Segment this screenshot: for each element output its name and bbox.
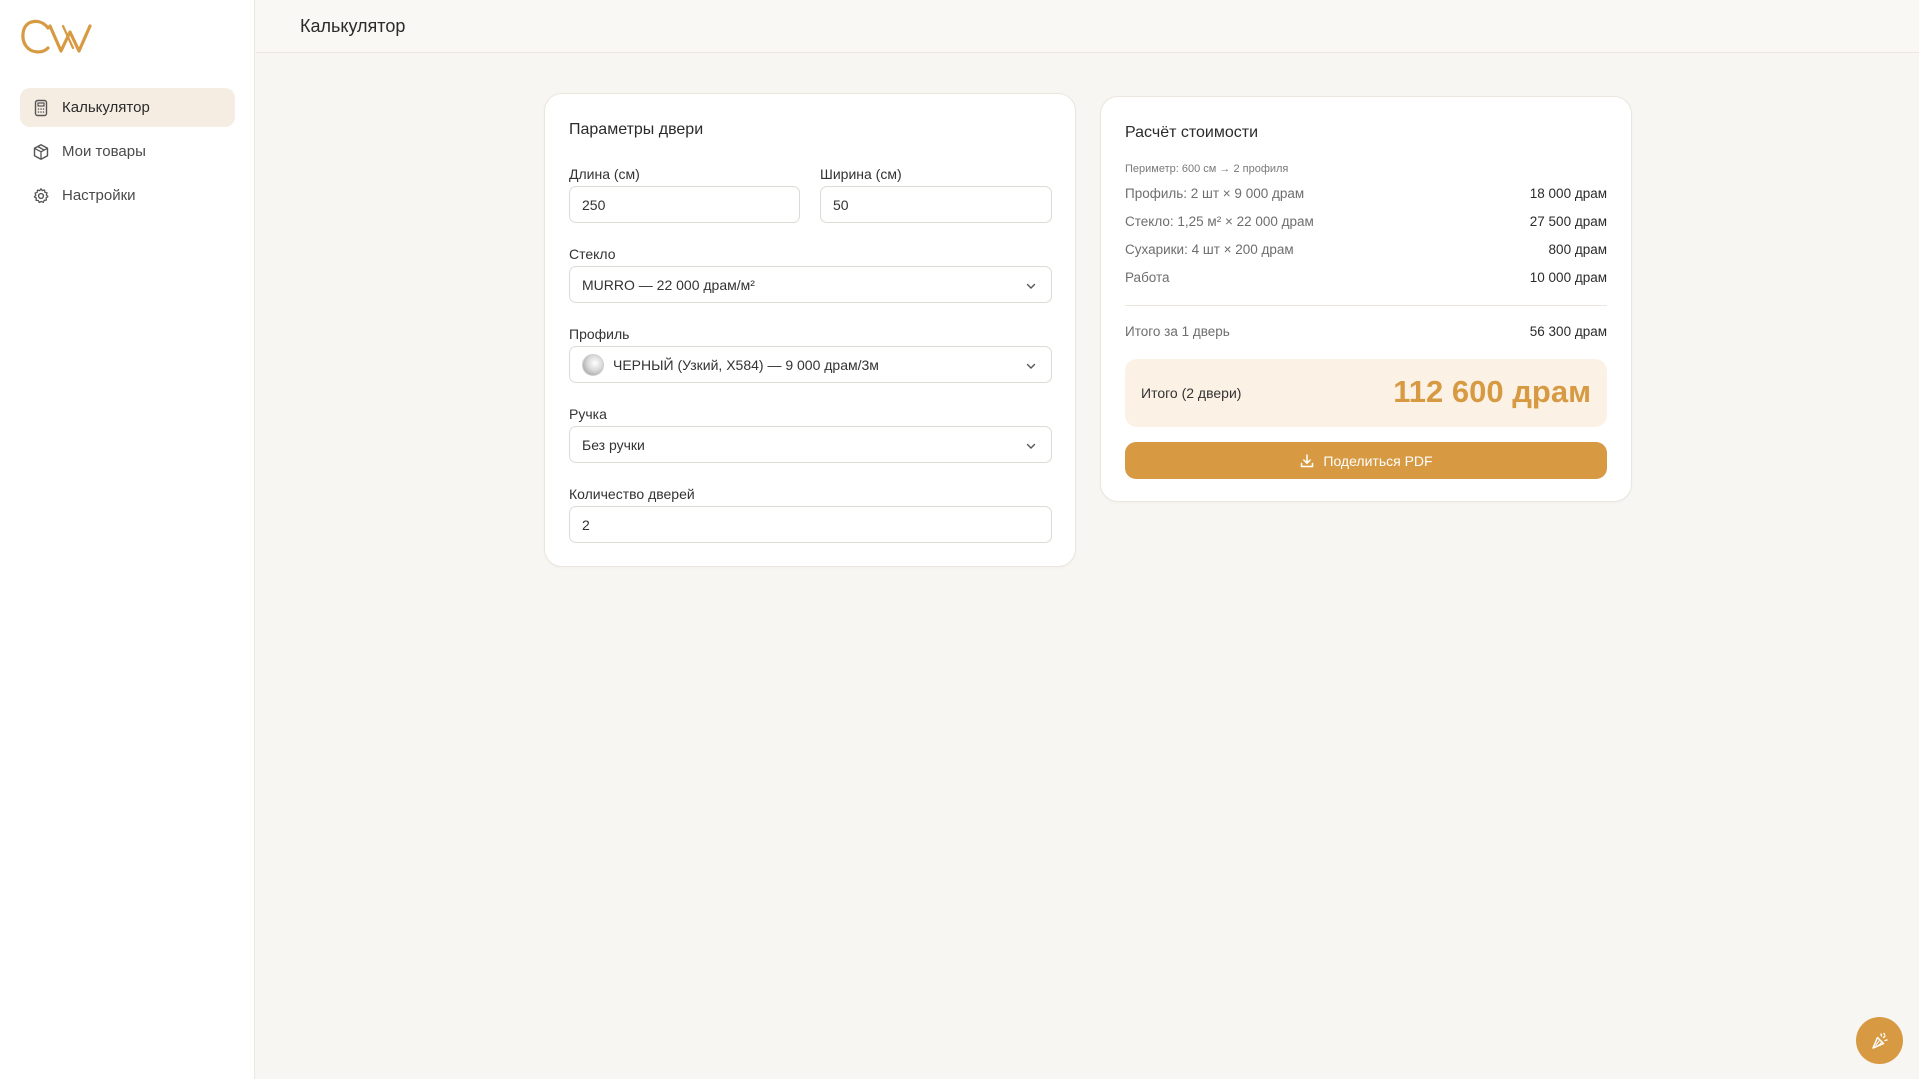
profile-color-swatch [582,353,604,376]
gear-icon [32,187,50,205]
floating-action-button[interactable] [1856,1017,1903,1064]
handle-label: Ручка [569,406,607,422]
grand-total-label: Итого (2 двери) [1141,385,1242,401]
length-value: 250 [582,196,606,213]
door-parameters-title: Параметры двери [569,121,704,138]
per-door-total-label: Итого за 1 дверь [1125,324,1230,339]
door-quantity-input[interactable]: 2 [569,506,1052,543]
top-bar: Калькулятор [256,0,1919,53]
cost-calculation-card: Расчёт стоимости Периметр: 600 см → 2 пр… [1100,96,1632,502]
per-door-total-value: 56 300 драм [1529,324,1607,339]
divider [1125,305,1607,306]
sidebar-item-my-products[interactable]: Мои товары [20,132,235,171]
sidebar-nav: Калькулятор Мои товары Настройки [20,88,235,220]
download-icon [1299,453,1315,469]
cost-line-label: Стекло: 1,25 м² × 22 000 драм [1125,214,1314,229]
glass-selected-value: MURRO — 22 000 драм/м² [582,276,755,293]
chevron-down-icon [1025,359,1037,371]
door-quantity-value: 2 [582,516,590,533]
share-pdf-button[interactable]: Поделиться PDF [1125,442,1607,479]
party-popper-icon [1870,1031,1890,1051]
share-pdf-label: Поделиться PDF [1323,452,1433,469]
width-value: 50 [833,196,849,213]
per-door-total-row: Итого за 1 дверь 56 300 драм [1125,324,1607,339]
profile-selected-value: ЧЕРНЫЙ (Узкий, X584) — 9 000 драм/3м [613,356,879,373]
cost-line-value: 800 драм [1548,242,1607,257]
glass-label: Стекло [569,246,616,262]
calculator-icon [32,99,50,117]
glass-select[interactable]: MURRO — 22 000 драм/м² [569,266,1052,303]
handle-selected-value: Без ручки [582,436,645,453]
length-input[interactable]: 250 [569,186,800,223]
sidebar: Калькулятор Мои товары Настройки [0,0,255,1079]
cost-line-label: Профиль: 2 шт × 9 000 драм [1125,186,1305,201]
chevron-down-icon [1025,279,1037,291]
cost-calculation-title: Расчёт стоимости [1125,124,1259,141]
cost-line-label: Работа [1125,270,1170,285]
profile-select[interactable]: ЧЕРНЫЙ (Узкий, X584) — 9 000 драм/3м [569,346,1052,383]
cost-line: Стекло: 1,25 м² × 22 000 драм 27 500 дра… [1125,214,1607,229]
cost-line-label: Сухарики: 4 шт × 200 драм [1125,242,1294,257]
app-logo[interactable] [18,18,92,56]
door-parameters-card: Параметры двери Длина (см) 250 Ширина (с… [544,93,1076,567]
cost-line: Профиль: 2 шт × 9 000 драм 18 000 драм [1125,186,1607,201]
sidebar-item-label: Мои товары [62,143,146,160]
grand-total-value: 112 600 драм [1393,374,1591,409]
cost-line-value: 10 000 драм [1529,270,1607,285]
handle-select[interactable]: Без ручки [569,426,1052,463]
width-input[interactable]: 50 [820,186,1052,223]
grand-total-box: Итого (2 двери) 112 600 драм [1125,359,1607,427]
page-title: Калькулятор [300,16,406,36]
sidebar-item-calculator[interactable]: Калькулятор [20,88,235,127]
sidebar-item-label: Калькулятор [62,99,150,116]
profile-label: Профиль [569,326,630,342]
length-label: Длина (см) [569,166,640,182]
cost-line: Работа 10 000 драм [1125,270,1607,285]
cost-line-value: 27 500 драм [1529,214,1607,229]
door-quantity-label: Количество дверей [569,486,695,502]
perimeter-note: Периметр: 600 см → 2 профиля [1125,163,1289,175]
sidebar-item-label: Настройки [62,187,136,204]
cost-line: Сухарики: 4 шт × 200 драм 800 драм [1125,242,1607,257]
sidebar-item-settings[interactable]: Настройки [20,176,235,215]
box-icon [32,143,50,161]
cost-line-value: 18 000 драм [1529,186,1607,201]
chevron-down-icon [1025,439,1037,451]
width-label: Ширина (см) [820,166,902,182]
